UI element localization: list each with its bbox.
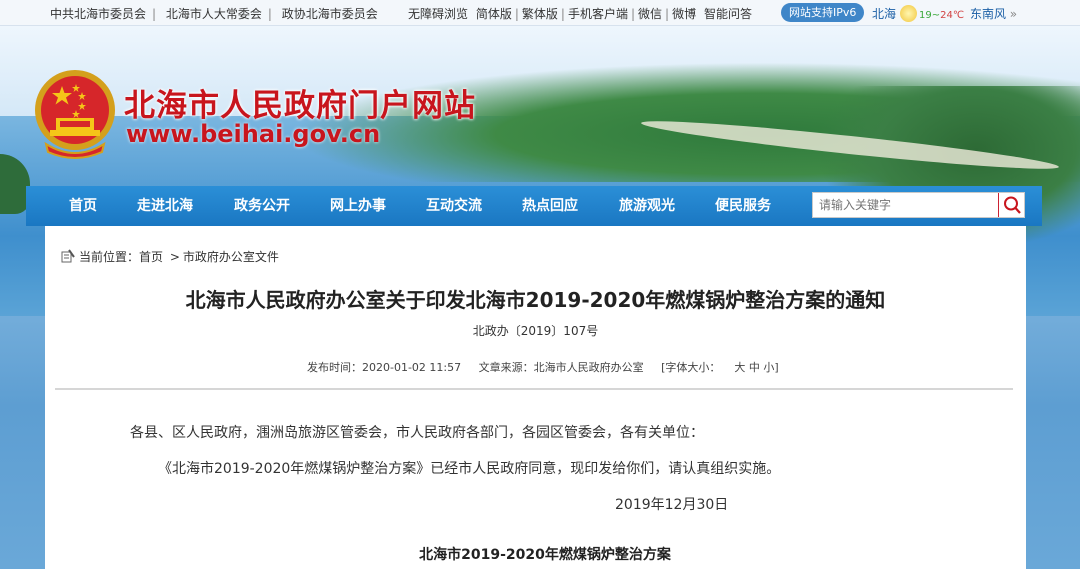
- font-size-medium[interactable]: 中: [749, 361, 760, 374]
- top-bar: 中共北海市委员会 | 北海市人大常委会 | 政协北海市委员会 无障碍浏览 简体版 | 繁…: [0, 0, 1080, 26]
- weather-temperature: 19~24℃: [919, 10, 965, 21]
- link-accessibility[interactable]: 无障碍浏览: [408, 7, 468, 21]
- weather-city: 北海: [872, 7, 897, 21]
- location-icon: [61, 249, 75, 263]
- weather-more-icon[interactable]: »: [1010, 7, 1017, 21]
- nav-home[interactable]: 首页: [69, 186, 97, 226]
- divider: [55, 388, 1013, 390]
- nav-interaction[interactable]: 互动交流: [426, 186, 482, 226]
- site-url[interactable]: www.beihai.gov.cn: [126, 120, 380, 148]
- nav-tourism[interactable]: 旅游观光: [619, 186, 675, 226]
- document-number: 北政办〔2019〕107号: [472, 324, 599, 338]
- issue-date: 2019年12月30日: [615, 497, 729, 513]
- link-cppcc-committee[interactable]: 政协北海市委员会: [282, 7, 378, 21]
- top-links: 中共北海市委员会 | 北海市人大常委会 | 政协北海市委员会: [50, 7, 378, 21]
- recipients-paragraph: 各县、区人民政府，涠洲岛旅游区管委会，市人民政府各部门，各园区管委会，各有关单位…: [130, 425, 704, 441]
- nav-hot-responses[interactable]: 热点回应: [522, 186, 578, 226]
- site-title: 北海市人民政府门户网站: [124, 88, 476, 124]
- article-panel: 当前位置：首页 > 市政府办公室文件 北海市人民政府办公室关于印发北海市2019-…: [45, 226, 1026, 569]
- font-size-large[interactable]: 大: [734, 361, 745, 374]
- sun-icon: [900, 5, 918, 22]
- nav-gov-affairs[interactable]: 政务公开: [234, 186, 290, 226]
- breadcrumb-arrow: >: [169, 250, 180, 264]
- article-title: 北海市人民政府办公室关于印发北海市2019-2020年燃煤锅炉整治方案的通知: [185, 288, 886, 312]
- nav-public-services[interactable]: 便民服务: [715, 186, 771, 226]
- link-weibo[interactable]: 微博: [672, 7, 696, 21]
- search-button[interactable]: [998, 193, 1024, 217]
- breadcrumb: 当前位置：首页 > 市政府办公室文件: [61, 248, 279, 265]
- link-smart-qa[interactable]: 智能问答: [704, 7, 752, 21]
- search-box: [812, 192, 1025, 218]
- link-simplified[interactable]: 简体版: [476, 7, 512, 21]
- breadcrumb-label: 当前位置：: [79, 250, 140, 264]
- link-mobile-client[interactable]: 手机客户端: [568, 7, 628, 21]
- body-paragraph: 《北海市2019-2020年燃煤锅炉整治方案》已经市人民政府同意，现印发给你们，…: [158, 461, 781, 477]
- link-wechat[interactable]: 微信: [638, 7, 662, 21]
- ipv6-badge[interactable]: 网站支持IPv6: [781, 3, 865, 22]
- search-icon: [1004, 196, 1021, 214]
- article-source: 文章来源：北海市人民政府办公室: [478, 361, 644, 374]
- breadcrumb-home[interactable]: 首页: [139, 250, 163, 264]
- nav-about-beihai[interactable]: 走进北海: [137, 186, 193, 226]
- publish-time: 发布时间：2020-01-02 11:57: [307, 361, 462, 374]
- top-tools: 无障碍浏览 简体版 | 繁体版 | 手机客户端 | 微信 | 微博 智能问答: [408, 7, 752, 21]
- national-emblem-icon: [35, 70, 115, 159]
- nav-online-services[interactable]: 网上办事: [330, 186, 386, 226]
- article-meta: 发布时间：2020-01-02 11:57 文章来源：北海市人民政府办公室 [字…: [307, 359, 793, 375]
- attachment-title: 北海市2019-2020年燃煤锅炉整治方案: [419, 547, 671, 563]
- search-input[interactable]: [813, 193, 999, 217]
- link-party-committee[interactable]: 中共北海市委员会: [50, 7, 146, 21]
- font-size-small[interactable]: 小: [763, 361, 774, 374]
- weather-wind: 东南风: [969, 7, 1006, 21]
- link-npc-committee[interactable]: 北海市人大常委会: [166, 7, 262, 21]
- weather-widget: 北海 19~24℃ 东南风 »: [872, 5, 1017, 22]
- breadcrumb-section[interactable]: 市政府办公室文件: [183, 250, 279, 264]
- link-traditional[interactable]: 繁体版: [522, 7, 558, 21]
- font-size-control: [字体大小：大 中 小]: [661, 361, 779, 374]
